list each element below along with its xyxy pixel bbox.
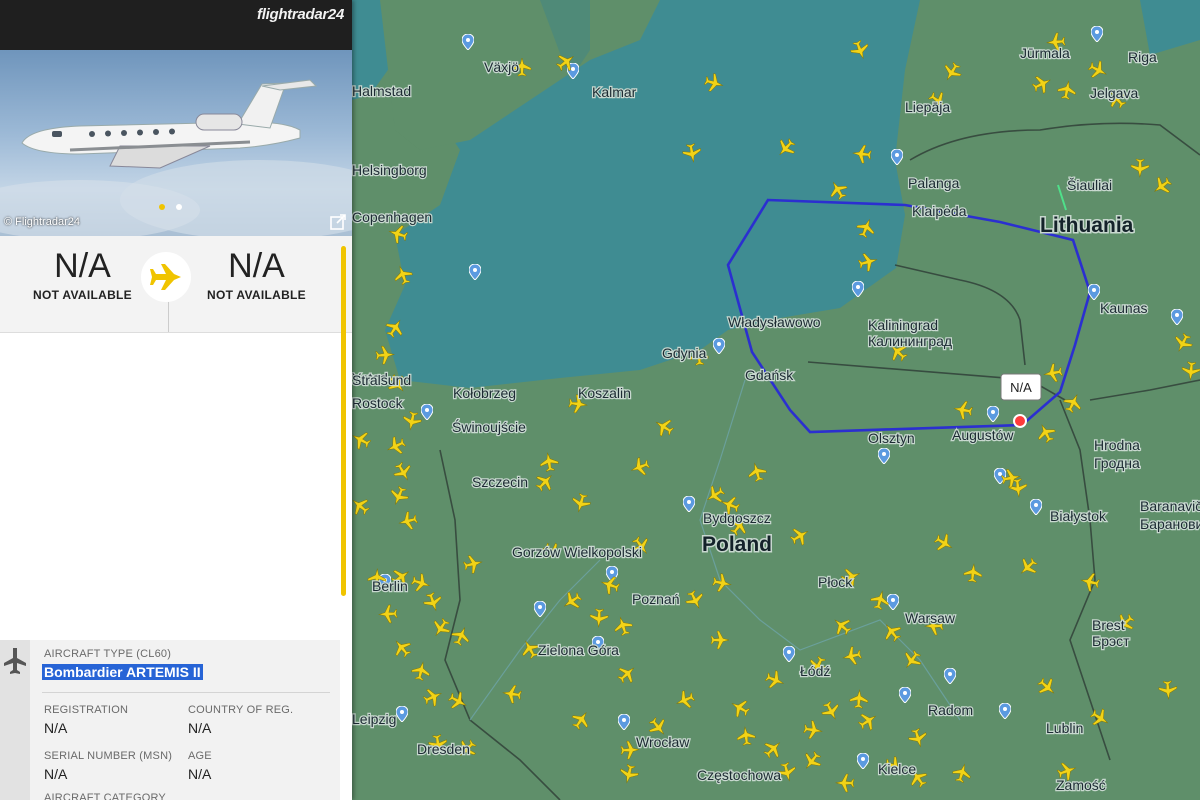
city-label: Radom: [928, 702, 973, 718]
city-label: Wrocław: [636, 734, 690, 750]
city-label: Poznań: [632, 591, 679, 607]
city-label: Gorzów Wielkopolski: [512, 544, 642, 560]
city-label: Гродна: [1094, 455, 1140, 471]
brand-logo: flightradar24: [257, 6, 344, 23]
city-label: Gdynia: [662, 345, 707, 361]
destination-airport[interactable]: N/A NOT AVAILABLE: [174, 244, 339, 302]
city-label: Kaunas: [1100, 300, 1147, 316]
destination-code: N/A: [228, 247, 285, 285]
city-label: Augustów: [952, 427, 1014, 443]
city-label: Łódź: [800, 663, 830, 679]
city-label: Copenhagen: [352, 209, 432, 225]
city-label: Berlin: [372, 578, 408, 594]
aircraft-photo[interactable]: © Flightradar24: [0, 50, 352, 236]
registration-value: N/A: [44, 720, 68, 736]
city-label: Hrodna: [1094, 437, 1140, 453]
city-label: Częstochowa: [697, 767, 781, 783]
city-label: Helsingborg: [352, 162, 427, 178]
serial-number-label: SERIAL NUMBER (MSN): [44, 750, 173, 762]
photo-credit: © Flightradar24: [4, 216, 80, 228]
city-label: Lublin: [1046, 720, 1083, 736]
aircraft-details: AIRCRAFT TYPE (CL60) Bombardier ARTEMIS …: [0, 640, 340, 800]
carousel-dot-active[interactable]: [159, 204, 165, 210]
city-label: Брэст: [1092, 633, 1130, 649]
age-label: AGE: [188, 750, 212, 762]
city-label: Gdańsk: [745, 367, 794, 383]
city-label: Warsaw: [905, 610, 956, 626]
carousel-dot[interactable]: [176, 204, 182, 210]
city-label: Olsztyn: [868, 430, 915, 446]
details-icon-strip: [0, 640, 30, 800]
city-label: Stralsund: [352, 372, 411, 388]
city-label: Kalmar: [592, 84, 637, 100]
panel-header: flightradar24: [0, 0, 352, 50]
flight-map[interactable]: Riga Jūrmala Jelgava Liepāja Palanga Šiauliai…: [352, 0, 1200, 800]
city-label: Dresden: [417, 741, 470, 757]
city-label: Bydgoszcz: [703, 510, 771, 526]
city-label: Palanga: [908, 175, 960, 191]
route-divider: [168, 302, 169, 332]
city-label: Riga: [1128, 49, 1157, 65]
registration-label: REGISTRATION: [44, 704, 129, 716]
selected-aircraft-label: N/A: [1010, 380, 1032, 395]
aircraft-icon: [4, 648, 26, 674]
selected-aircraft-marker[interactable]: [1013, 414, 1027, 428]
city-label: Kaliningrad: [868, 317, 938, 333]
city-label: Klaipėda: [912, 203, 967, 219]
city-label: Växjö: [484, 59, 519, 75]
city-label: Jelgava: [1090, 85, 1138, 101]
city-label: Liepāja: [905, 99, 950, 115]
aircraft-type-value[interactable]: Bombardier ARTEMIS II: [42, 664, 203, 680]
aircraft-type-label: AIRCRAFT TYPE (CL60): [44, 648, 172, 660]
country-label: Poland: [702, 533, 772, 556]
route-summary: N/A NOT AVAILABLE N/A NOT AVAILABLE: [0, 236, 352, 333]
city-label: Kołobrzeg: [453, 385, 516, 401]
city-label: Białystok: [1050, 508, 1107, 524]
city-label: Władysławowo: [728, 314, 821, 330]
city-label: Zamość: [1056, 777, 1106, 793]
details-divider: [42, 692, 330, 693]
aircraft-category-label: AIRCRAFT CATEGORY: [44, 792, 166, 800]
city-label: Płock: [818, 574, 853, 590]
city-label: Baranavičy: [1140, 498, 1200, 514]
city-label: Šiauliai: [1067, 177, 1112, 193]
city-label: Leipzig: [352, 711, 396, 727]
country-label: Lithuania: [1040, 214, 1134, 237]
city-label: Барановичи: [1140, 516, 1200, 532]
country-of-reg-value: N/A: [188, 720, 212, 736]
country-of-reg-label: COUNTRY OF REG.: [188, 704, 294, 716]
city-label: Jūrmala: [1020, 45, 1070, 61]
city-label: Kielce: [878, 761, 916, 777]
city-label: Szczecin: [472, 474, 528, 490]
city-label: Калининград: [868, 333, 952, 349]
city-label: Świnoujście: [452, 418, 526, 435]
destination-status: NOT AVAILABLE: [206, 288, 306, 302]
selected-aircraft-tag[interactable]: N/A: [1000, 373, 1042, 401]
serial-number-value: N/A: [44, 766, 68, 782]
panel-scrollbar[interactable]: [341, 246, 346, 596]
flight-info-panel: flightradar24 © Flightradar24 N/A NOT AV…: [0, 0, 352, 800]
city-label: Brest: [1092, 617, 1125, 633]
city-label: Zielona Góra: [538, 642, 619, 658]
city-label: Halmstad: [352, 83, 411, 99]
expand-photo-icon[interactable]: [330, 214, 346, 230]
city-label: Koszalin: [578, 385, 631, 401]
city-label: Rostock: [352, 395, 404, 411]
age-value: N/A: [188, 766, 212, 782]
